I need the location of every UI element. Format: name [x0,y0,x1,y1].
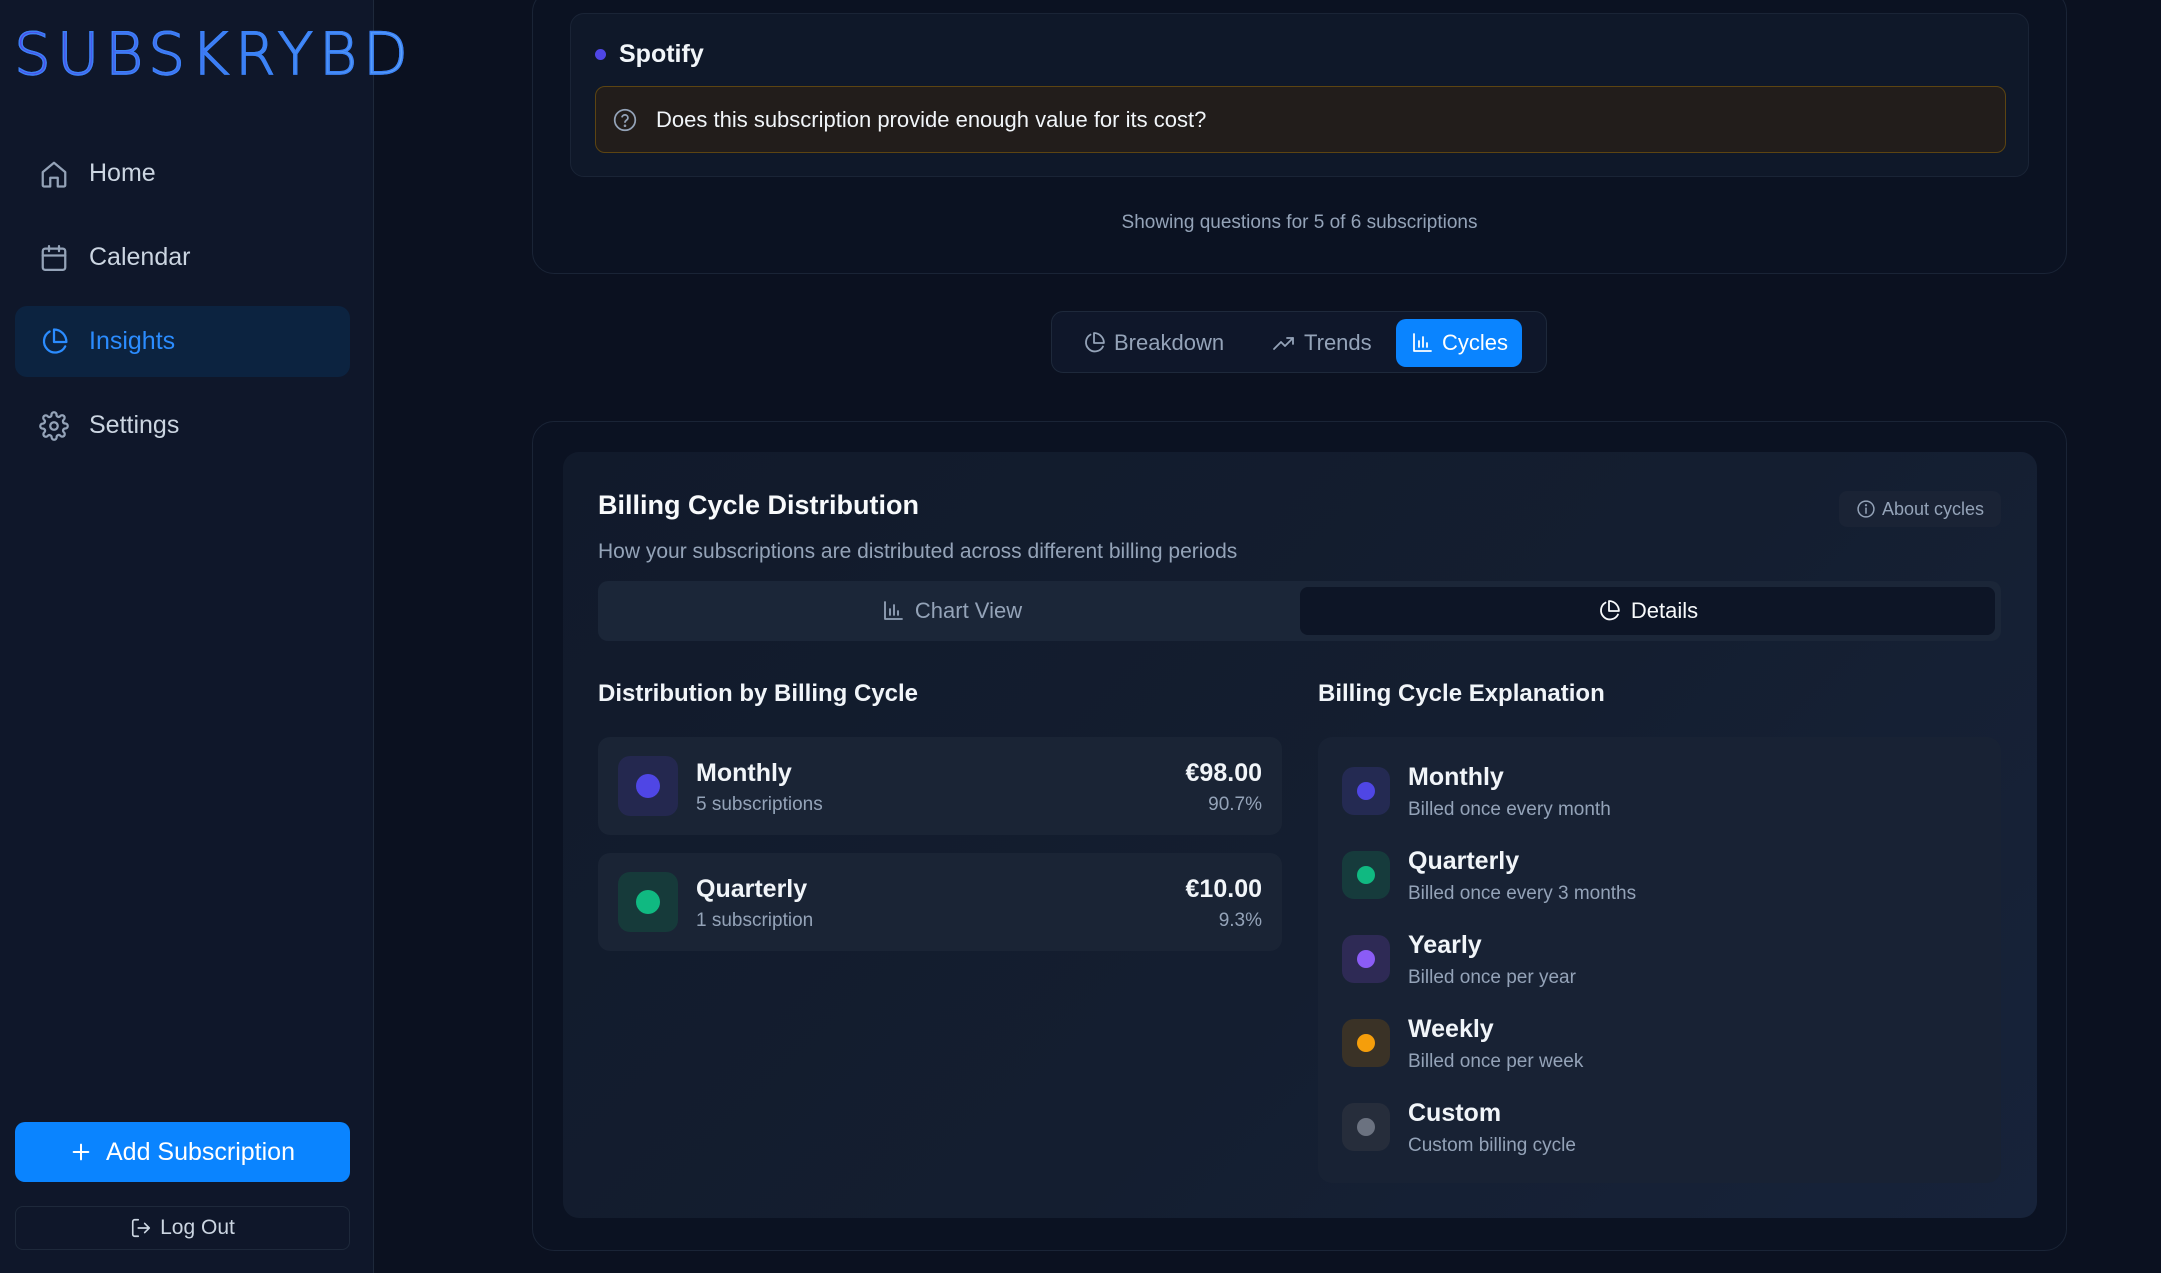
sidebar: SUBSKRYBD Home Calendar Insights Setting… [0,0,408,1273]
details-view-label: Details [1630,598,1699,623]
question-box: Does this subscription provide enough va… [595,86,2006,153]
cycles-subtitle: How your subscriptions are distributed a… [598,540,1238,563]
home-icon [41,161,67,188]
explanation-item-monthly: Monthly Billed once every month [1342,761,1982,821]
trending-up-icon [1273,337,1294,350]
cycle-swatch [1342,1103,1390,1151]
about-cycles-button[interactable]: About cycles [1839,491,2001,527]
chart-view-label: Chart View [914,598,1023,623]
about-cycles-label: About cycles [1881,498,1985,519]
add-subscription-label: Add Subscription [105,1137,295,1166]
question-subscription-title: Spotify [595,38,704,70]
tab-breakdown[interactable]: Breakdown [1068,319,1238,367]
cycle-name: Monthly [696,759,792,787]
explanation-title: Billing Cycle Explanation [1318,680,1605,707]
tab-label: Trends [1304,330,1372,355]
chart-view-button[interactable]: Chart View [604,587,1299,635]
plus-icon [72,1143,90,1161]
sidebar-item-settings[interactable]: Settings [15,390,350,461]
distribution-row-monthly: Monthly 5 subscriptions €98.00 90.7% [598,737,1282,835]
sidebar-item-calendar[interactable]: Calendar [15,222,350,293]
app-logo[interactable]: SUBSKRYBD [13,23,414,84]
subscription-color-dot [595,48,606,60]
sidebar-item-label: Insights [89,327,176,355]
cycle-color-dot [636,890,660,914]
explanation-desc: Billed once per year [1408,967,1576,988]
cycle-color-dot [1357,782,1375,800]
tab-label: Cycles [1442,330,1509,355]
explanation-item-custom: Custom Custom billing cycle [1342,1097,1982,1157]
help-circle-icon [613,108,637,131]
explanation-name: Yearly [1408,931,1482,959]
info-icon [1857,500,1875,518]
question-text: Does this subscription provide enough va… [656,106,1207,132]
explanation-desc: Billed once every month [1408,799,1611,820]
subscription-name: Spotify [619,39,704,68]
calendar-icon [41,244,67,271]
cycles-title: Billing Cycle Distribution [598,490,920,520]
cycle-swatch [1342,935,1390,983]
explanation-desc: Billed once per week [1408,1051,1584,1072]
explanation-name: Custom [1408,1099,1502,1127]
explanation-item-quarterly: Quarterly Billed once every 3 months [1342,845,1982,905]
bar-chart-icon [1413,333,1432,352]
cycle-percent: 90.7% [1208,794,1262,815]
gear-icon [39,410,69,441]
cycle-swatch [618,872,678,932]
sidebar-item-label: Settings [89,411,180,439]
cycle-amount: €98.00 [1185,759,1262,787]
explanation-desc: Billed once every 3 months [1408,883,1637,904]
explanation-desc: Custom billing cycle [1408,1135,1576,1156]
distribution-title: Distribution by Billing Cycle [598,680,919,707]
bar-chart-icon [883,601,903,620]
tab-trends[interactable]: Trends [1258,319,1386,367]
pie-chart-icon [1085,332,1105,353]
explanation-item-weekly: Weekly Billed once per week [1342,1013,1982,1073]
add-subscription-button[interactable]: Add Subscription [15,1122,350,1182]
cycle-count: 5 subscriptions [696,794,823,815]
sidebar-item-label: Calendar [89,243,191,271]
details-view-button[interactable]: Details [1300,587,1995,635]
cycle-color-dot [1357,866,1375,884]
pie-chart-icon [1599,600,1620,621]
cycle-color-dot [1357,1034,1375,1052]
insights-tabs: Breakdown Trends Cycles [1051,311,1547,373]
logout-button[interactable]: Log Out [15,1206,350,1250]
cycle-swatch [1342,767,1390,815]
tab-cycles[interactable]: Cycles [1396,319,1523,367]
sidebar-nav: Home Calendar Insights Settings [15,138,350,474]
cycle-count: 1 subscription [696,910,814,931]
cycle-color-dot [636,774,660,798]
sidebar-item-label: Home [89,159,156,187]
pie-chart-icon [42,327,68,354]
explanation-name: Weekly [1408,1015,1494,1043]
sidebar-item-insights[interactable]: Insights [15,306,350,377]
explanation-item-yearly: Yearly Billed once per year [1342,929,1982,989]
explanation-name: Quarterly [1408,847,1520,875]
cycle-name: Quarterly [696,875,808,903]
view-toggle: Chart View Details [598,581,2001,641]
explanation-name: Monthly [1408,763,1504,791]
cycle-color-dot [1357,950,1375,968]
cycle-percent: 9.3% [1218,910,1262,931]
cycle-swatch [1342,851,1390,899]
cycle-amount: €10.00 [1185,875,1262,903]
logout-label: Log Out [160,1216,235,1239]
cycle-swatch [618,756,678,816]
distribution-row-quarterly: Quarterly 1 subscription €10.00 9.3% [598,853,1282,951]
sidebar-item-home[interactable]: Home [15,138,350,209]
tab-label: Breakdown [1114,330,1225,355]
cycle-swatch [1342,1019,1390,1067]
logout-icon [132,1218,151,1238]
questions-footer: Showing questions for 5 of 6 subscriptio… [1121,212,1478,233]
cycle-color-dot [1357,1118,1375,1136]
